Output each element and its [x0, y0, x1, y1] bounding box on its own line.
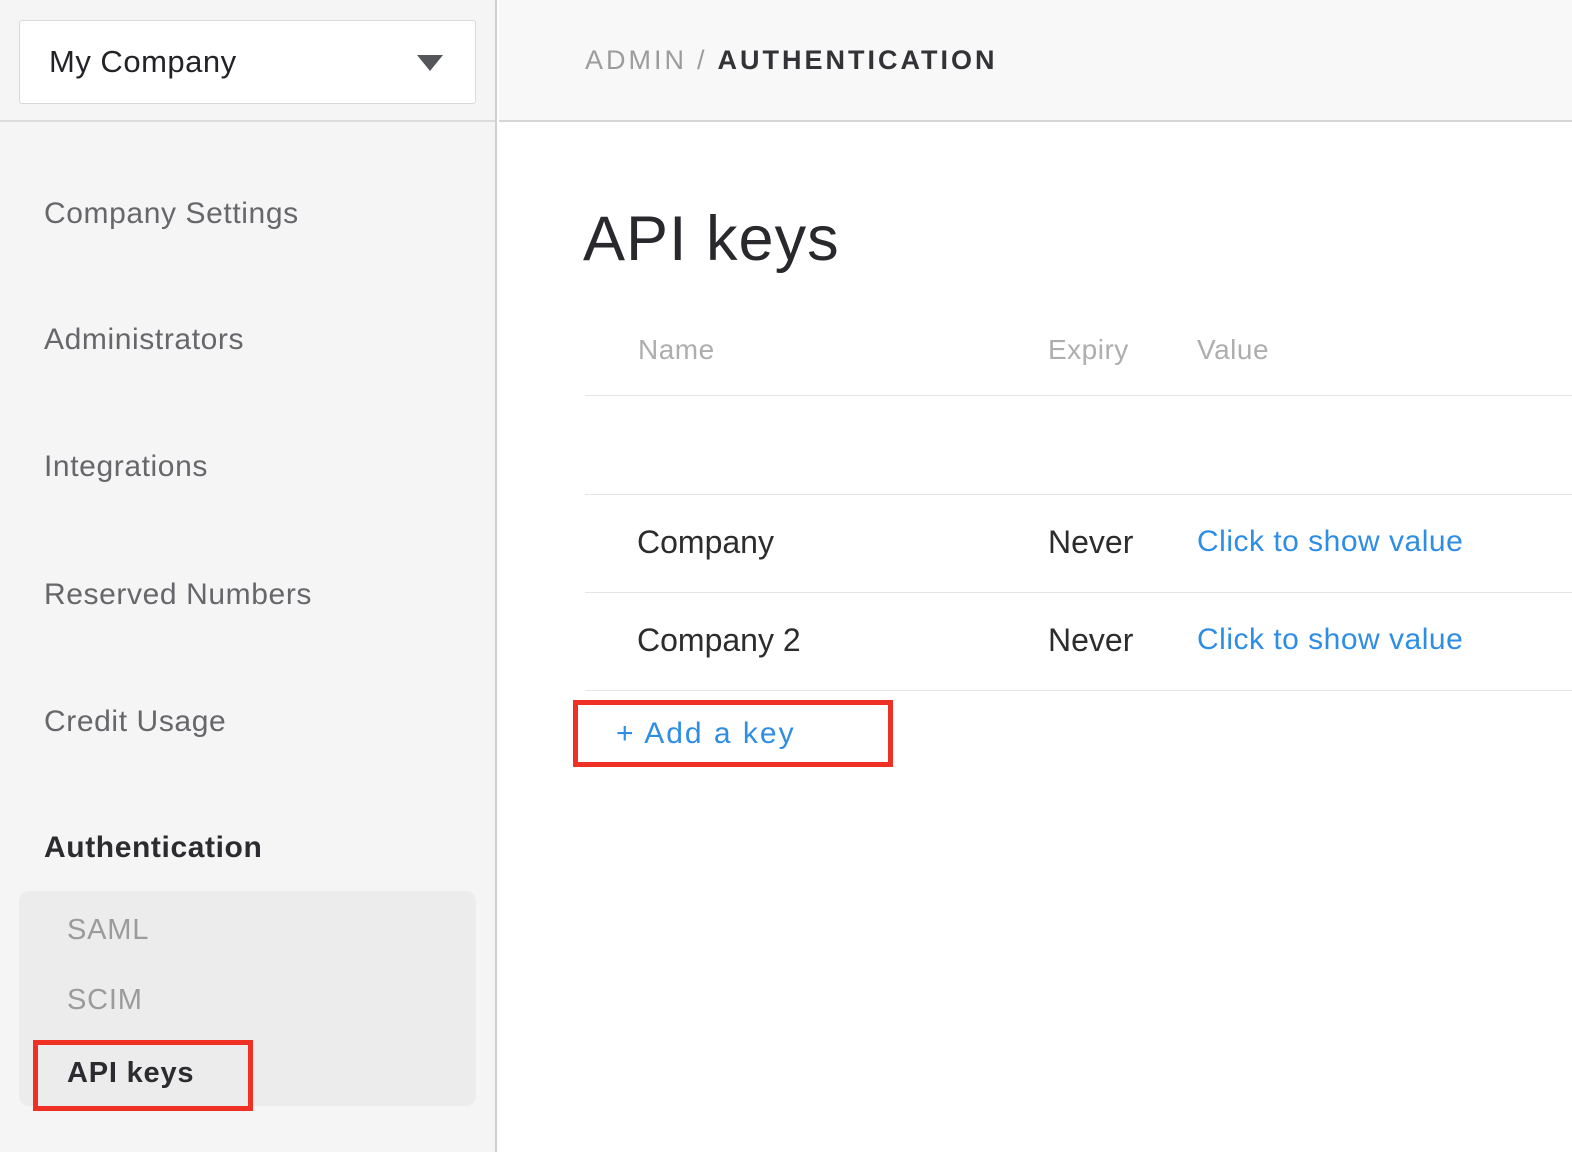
- chevron-down-icon: [417, 55, 443, 71]
- column-header-name: Name: [638, 330, 715, 370]
- breadcrumb-separator: /: [687, 45, 718, 75]
- sidebar-item-scim[interactable]: SCIM: [67, 976, 143, 1024]
- breadcrumb: ADMIN/AUTHENTICATION: [585, 0, 998, 120]
- column-header-expiry: Expiry: [1048, 330, 1129, 370]
- show-value-link[interactable]: Click to show value: [1197, 616, 1463, 664]
- sidebar-item-administrators[interactable]: Administrators: [44, 316, 244, 364]
- company-selector-bar: My Company: [0, 0, 495, 122]
- company-selector-value: My Company: [20, 44, 237, 80]
- sidebar-item-credit-usage[interactable]: Credit Usage: [44, 698, 226, 746]
- breadcrumb-admin: ADMIN: [585, 45, 687, 75]
- key-name: Company 2: [637, 616, 801, 664]
- breadcrumb-page: AUTHENTICATION: [718, 45, 998, 75]
- page-title: API keys: [583, 203, 840, 275]
- sidebar-item-api-keys[interactable]: API keys: [67, 1049, 194, 1097]
- add-key-button[interactable]: + Add a key: [578, 717, 796, 751]
- sidebar-item-integrations[interactable]: Integrations: [44, 443, 208, 491]
- app-window: My Company Company Settings Administrato…: [0, 0, 1572, 1152]
- table-divider: [585, 690, 1572, 691]
- company-selector[interactable]: My Company: [19, 20, 476, 104]
- authentication-submenu: SAML SCIM API keys: [19, 891, 476, 1106]
- key-name: Company: [637, 518, 774, 566]
- sidebar: My Company Company Settings Administrato…: [0, 0, 497, 1152]
- table-divider: [585, 592, 1572, 593]
- highlight-box-add-key: + Add a key: [573, 700, 893, 767]
- sidebar-item-reserved-numbers[interactable]: Reserved Numbers: [44, 571, 312, 619]
- show-value-link[interactable]: Click to show value: [1197, 518, 1463, 566]
- key-expiry: Never: [1048, 616, 1133, 664]
- sidebar-item-authentication[interactable]: Authentication: [44, 824, 262, 872]
- column-header-value: Value: [1197, 330, 1269, 370]
- main-header: ADMIN/AUTHENTICATION: [499, 0, 1572, 122]
- table-divider: [585, 494, 1572, 495]
- main-area: ADMIN/AUTHENTICATION API keys Name Expir…: [499, 0, 1572, 1152]
- table-divider: [585, 395, 1572, 396]
- key-expiry: Never: [1048, 518, 1133, 566]
- sidebar-item-saml[interactable]: SAML: [67, 906, 149, 954]
- sidebar-item-company-settings[interactable]: Company Settings: [44, 190, 299, 238]
